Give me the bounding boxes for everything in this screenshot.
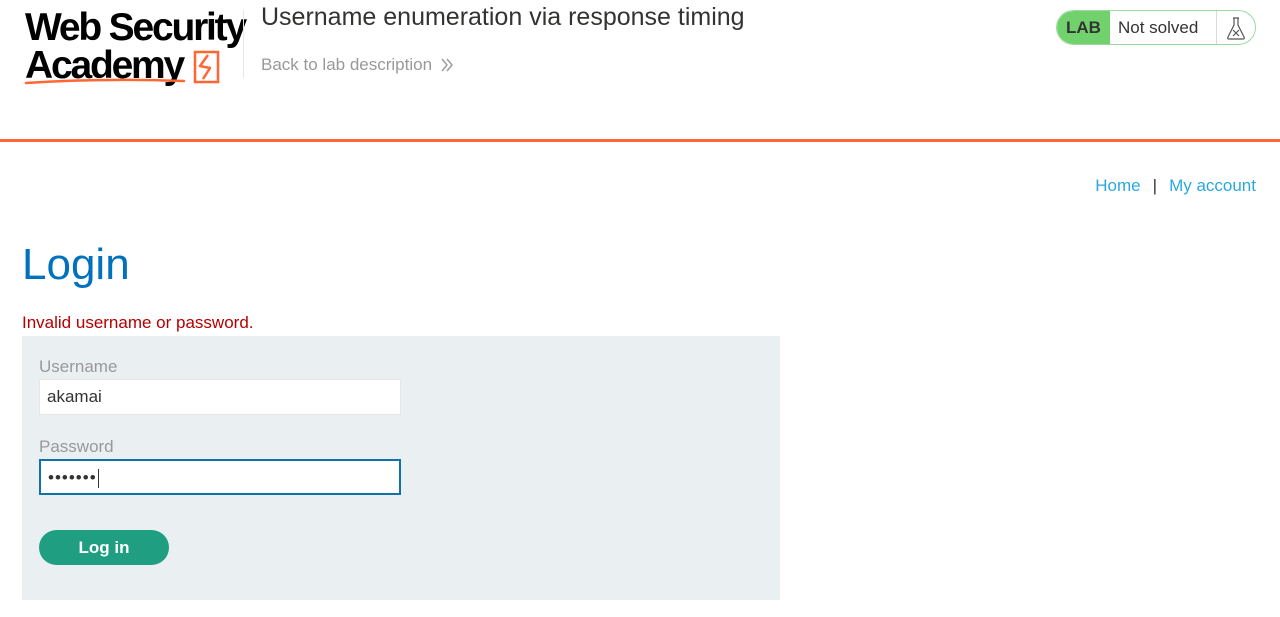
flask-icon	[1216, 11, 1255, 44]
lab-badge: LAB	[1057, 11, 1110, 44]
home-link[interactable]: Home	[1095, 176, 1140, 195]
lab-title: Username enumeration via response timing	[261, 3, 745, 31]
logo-lightning-icon	[24, 50, 220, 85]
lab-status-widget: LAB Not solved	[1056, 10, 1256, 45]
text-caret	[97, 469, 99, 489]
login-error-message: Invalid username or password.	[22, 313, 254, 332]
top-navigation: Home | My account	[1095, 176, 1256, 196]
header-divider	[243, 10, 244, 78]
page-header: Web Security Academy Username enumeratio…	[0, 0, 1280, 142]
back-to-lab-description-link[interactable]: Back to lab description	[261, 55, 454, 75]
lab-state-text: Not solved	[1118, 17, 1199, 37]
password-mask: •••••••	[48, 468, 99, 489]
username-label: Username	[39, 357, 118, 376]
web-security-academy-logo[interactable]: Web Security Academy	[22, 6, 247, 90]
password-label: Password	[39, 437, 114, 456]
page-title: Login	[22, 240, 130, 289]
my-account-link[interactable]: My account	[1169, 176, 1256, 195]
double-chevron-right-icon	[441, 58, 453, 72]
login-button[interactable]: Log in	[39, 530, 169, 565]
username-input[interactable]	[39, 379, 401, 415]
password-input[interactable]: •••••••	[39, 459, 401, 495]
back-link-label: Back to lab description	[261, 55, 433, 74]
login-form: Username Password ••••••• Log in	[22, 336, 780, 600]
nav-separator: |	[1152, 176, 1158, 195]
